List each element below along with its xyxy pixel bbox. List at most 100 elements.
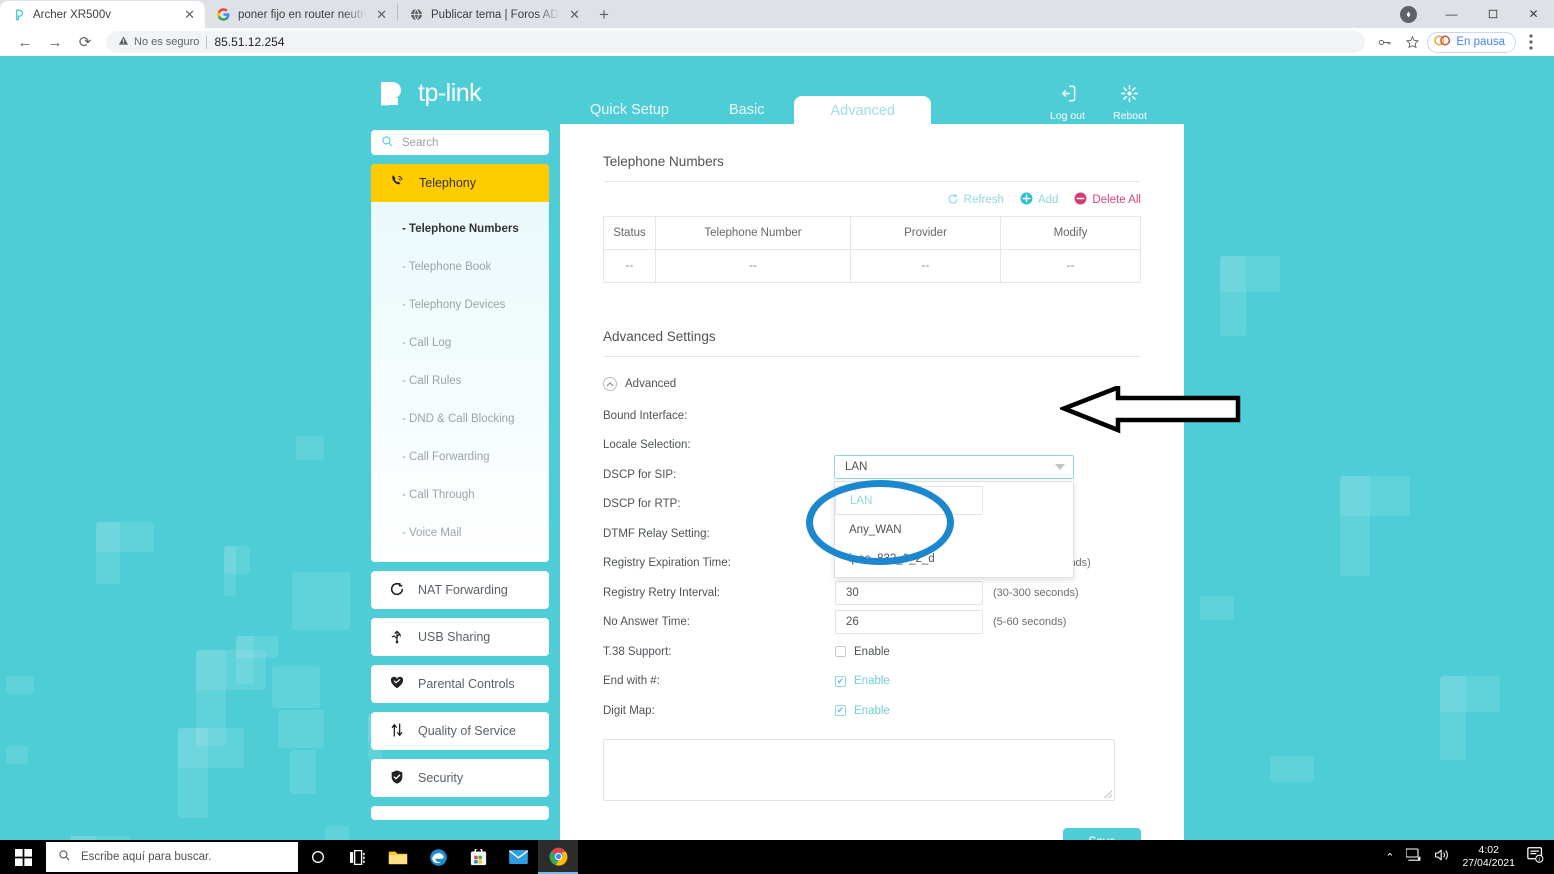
browser-tab-0[interactable]: Archer XR500v ✕ (0, 1, 205, 28)
sidebar-item-label: Parental Controls (418, 677, 515, 691)
sidebar-item-voice-mail[interactable]: - Voice Mail (371, 514, 549, 552)
digit-map-checkbox-row[interactable]: Enable (835, 705, 890, 717)
cell-modify: -- (1000, 249, 1141, 283)
network-icon[interactable] (1405, 847, 1422, 867)
mail-icon[interactable] (498, 840, 538, 874)
end-with-hash-checkbox-row[interactable]: Enable (835, 675, 890, 687)
t38-checkbox-row[interactable]: Enable (835, 646, 890, 658)
delete-all-button[interactable]: Delete All (1074, 192, 1141, 208)
key-icon[interactable] (1371, 29, 1397, 55)
task-view-icon[interactable] (338, 840, 378, 874)
window-controls: — ✕ (1400, 0, 1554, 28)
notifications-icon[interactable]: 1 (1527, 846, 1544, 868)
chrome-icon[interactable] (538, 840, 578, 874)
reboot-button[interactable]: Reboot (1113, 84, 1147, 122)
digit-map-textarea[interactable] (603, 738, 1115, 801)
tab-advanced[interactable]: Advanced (794, 96, 931, 126)
profile-avatar[interactable] (1400, 5, 1417, 23)
start-button[interactable] (0, 840, 46, 874)
column-status: Status (603, 216, 656, 250)
kebab-menu-icon[interactable] (1518, 29, 1544, 55)
taskbar-search-input[interactable]: Escribe aquí para buscar. (46, 842, 298, 872)
clock-date: 27/04/2021 (1462, 857, 1515, 869)
browser-tab-title: Publicar tema | Foros ADSLZone (431, 8, 560, 21)
sidebar-item-security[interactable]: Security (371, 759, 549, 797)
checkbox-icon[interactable] (835, 646, 846, 658)
top-right-actions: Log out Reboot (1050, 84, 1147, 122)
logout-label: Log out (1050, 110, 1086, 122)
sidebar-item-quality-of-service[interactable]: Quality of Service (371, 712, 549, 750)
tab-close-icon[interactable]: ✕ (182, 8, 197, 21)
sidebar-item-call-forwarding[interactable]: - Call Forwarding (371, 438, 549, 476)
sidebar-item-telephony-devices[interactable]: - Telephony Devices (371, 286, 549, 324)
tab-quick-setup[interactable]: Quick Setup (560, 95, 699, 125)
reload-icon[interactable]: ⟳ (70, 29, 100, 55)
field-label: Locale Selection: (603, 439, 691, 452)
microsoft-store-icon[interactable] (458, 840, 498, 874)
site-security-indicator[interactable]: No es seguro (118, 35, 199, 49)
sidebar-item-nat-forwarding[interactable]: NAT Forwarding (371, 571, 549, 609)
dropdown-option-lan[interactable]: LAN (835, 486, 983, 515)
window-close-button[interactable]: ✕ (1513, 0, 1554, 28)
tplink-logo-icon (378, 76, 412, 110)
clock-time: 4:02 (1478, 844, 1499, 856)
dropdown-option-any-wan[interactable]: Any_WAN (835, 515, 1073, 544)
table-actions: Refresh Add Delete All (603, 192, 1141, 208)
column-provider: Provider (850, 216, 1001, 250)
bound-interface-select[interactable]: LAN (834, 455, 1074, 479)
tab-basic[interactable]: Basic (699, 95, 794, 125)
edge-icon[interactable] (418, 840, 458, 874)
refresh-button[interactable]: Refresh (947, 192, 1004, 208)
divider (603, 356, 1141, 357)
bound-interface-dropdown[interactable]: LAN Any_WAN ipoe_832_0_2_d (834, 481, 1074, 578)
sidebar-item-usb-sharing[interactable]: USB Sharing (371, 618, 549, 656)
save-button[interactable]: Save (1063, 827, 1141, 840)
sidebar-item-telephone-book[interactable]: - Telephone Book (371, 248, 549, 286)
taskbar-clock[interactable]: 4:02 27/04/2021 (1462, 844, 1515, 870)
field-t38-support: T.38 Support: Enable (603, 637, 1141, 667)
browser-tab-1[interactable]: poner fijo en router neutro oran ✕ (205, 1, 397, 28)
browser-tab-2[interactable]: Publicar tema | Foros ADSLZone ✕ (398, 1, 590, 28)
extension-pause-badge[interactable]: En pausa (1427, 31, 1516, 53)
address-bar[interactable]: No es seguro 85.51.12.254 (106, 31, 1366, 53)
tray-chevron-icon[interactable]: ⌃ (1385, 851, 1394, 864)
forward-icon[interactable]: → (40, 29, 70, 55)
star-icon[interactable] (1399, 29, 1425, 55)
tab-close-icon[interactable]: ✕ (567, 8, 582, 21)
cortana-icon[interactable] (298, 840, 338, 874)
checkbox-checked-icon[interactable] (835, 675, 846, 687)
omnibox-separator (206, 35, 208, 49)
window-maximize-button[interactable] (1472, 0, 1513, 28)
new-tab-button[interactable]: + (590, 1, 618, 28)
add-button[interactable]: Add (1020, 192, 1058, 208)
divider (603, 181, 1141, 182)
field-label: DSCP for RTP: (603, 498, 681, 511)
refresh-label: Refresh (963, 194, 1004, 206)
sidebar-item-dnd-call-blocking[interactable]: - DND & Call Blocking (371, 400, 549, 438)
registry-retry-input[interactable]: 30 (835, 580, 983, 605)
taskbar-search-placeholder: Escribe aquí para buscar. (81, 851, 212, 863)
dropdown-option-ipoe[interactable]: ipoe_832_0_2_d (835, 544, 1073, 573)
sidebar-item-call-log[interactable]: - Call Log (371, 324, 549, 362)
logout-button[interactable]: Log out (1050, 84, 1085, 122)
sidebar-item-parental-controls[interactable]: Parental Controls (371, 665, 549, 703)
sidebar-item-telephony[interactable]: Telephony (371, 164, 549, 202)
sidebar-item-partial[interactable] (371, 806, 549, 820)
no-answer-time-input[interactable]: 26 (835, 610, 983, 635)
search-input[interactable]: Search (371, 130, 549, 155)
advanced-expander[interactable]: Advanced (603, 377, 1141, 391)
sidebar-item-call-through[interactable]: - Call Through (371, 476, 549, 514)
field-label: No Answer Time: (603, 616, 690, 629)
back-icon[interactable]: ← (10, 29, 40, 55)
checkbox-checked-icon[interactable] (835, 705, 846, 717)
volume-icon[interactable] (1434, 848, 1450, 867)
sidebar-item-telephone-numbers[interactable]: - Telephone Numbers (371, 210, 549, 248)
sidebar-item-call-rules[interactable]: - Call Rules (371, 362, 549, 400)
tplink-brand-text: tp-link (418, 78, 482, 107)
file-explorer-icon[interactable] (378, 840, 418, 874)
cell-provider: -- (850, 249, 1001, 283)
delete-all-label: Delete All (1092, 194, 1141, 206)
top-navigation: Quick Setup Basic Advanced (560, 95, 931, 126)
tab-close-icon[interactable]: ✕ (374, 8, 389, 21)
window-minimize-button[interactable]: — (1431, 0, 1472, 28)
